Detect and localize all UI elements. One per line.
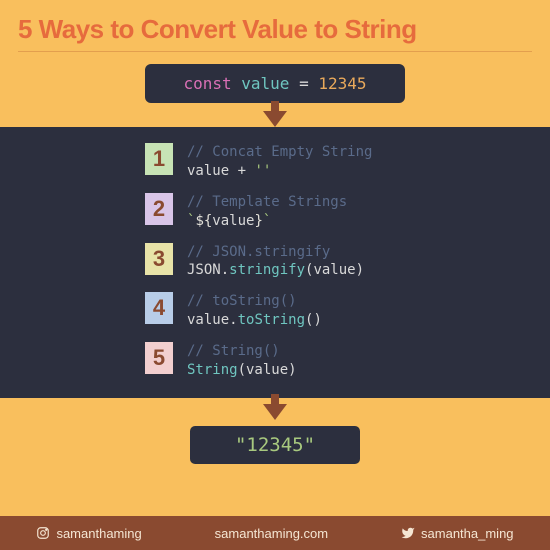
footer: samanthaming samanthaming.com samantha_m… — [0, 516, 550, 550]
method-row: 5 // String()String(value) — [0, 342, 550, 380]
site-link: samanthaming.com — [215, 526, 328, 541]
down-arrow-icon — [263, 111, 287, 127]
method-code: // String()String(value) — [187, 342, 297, 380]
method-number: 2 — [145, 193, 173, 225]
var-name: value — [241, 74, 289, 93]
twitter-text: samantha_ming — [421, 526, 514, 541]
code-line: JSON.stringify(value) — [187, 261, 364, 280]
method-number: 1 — [145, 143, 173, 175]
keyword-const: const — [183, 74, 231, 93]
result-box: "12345" — [190, 426, 360, 464]
divider — [18, 51, 532, 52]
method-row: 3 // JSON.stringifyJSON.stringify(value) — [0, 243, 550, 281]
method-number: 4 — [145, 292, 173, 324]
instagram-handle: samanthaming — [36, 526, 141, 541]
code-comment: // toString() — [187, 292, 322, 311]
code-line: `${value}` — [187, 212, 347, 231]
method-row: 4 // toString()value.toString() — [0, 292, 550, 330]
method-code: // Template Strings`${value}` — [187, 193, 347, 231]
equals: = — [299, 74, 309, 93]
method-code: // JSON.stringifyJSON.stringify(value) — [187, 243, 364, 281]
declaration-box: const value = 12345 — [145, 64, 405, 103]
code-comment: // Concat Empty String — [187, 143, 372, 162]
code-comment: // Template Strings — [187, 193, 347, 212]
method-code: // toString()value.toString() — [187, 292, 322, 330]
method-number: 5 — [145, 342, 173, 374]
code-line: value.toString() — [187, 311, 322, 330]
code-comment: // String() — [187, 342, 297, 361]
var-value: 12345 — [318, 74, 366, 93]
instagram-icon — [36, 526, 50, 540]
code-line: value + '' — [187, 162, 372, 181]
method-number: 3 — [145, 243, 173, 275]
instagram-text: samanthaming — [56, 526, 141, 541]
method-code: // Concat Empty Stringvalue + '' — [187, 143, 372, 181]
down-arrow-icon — [263, 404, 287, 420]
code-comment: // JSON.stringify — [187, 243, 364, 262]
methods-panel: 1 // Concat Empty Stringvalue + '' 2 // Tem… — [0, 127, 550, 398]
site-text: samanthaming.com — [215, 526, 328, 541]
page-title: 5 Ways to Convert Value to String — [0, 0, 550, 51]
method-row: 1 // Concat Empty Stringvalue + '' — [0, 143, 550, 181]
method-row: 2 // Template Strings`${value}` — [0, 193, 550, 231]
twitter-handle: samantha_ming — [401, 526, 514, 541]
code-line: String(value) — [187, 361, 297, 380]
twitter-icon — [401, 526, 415, 540]
